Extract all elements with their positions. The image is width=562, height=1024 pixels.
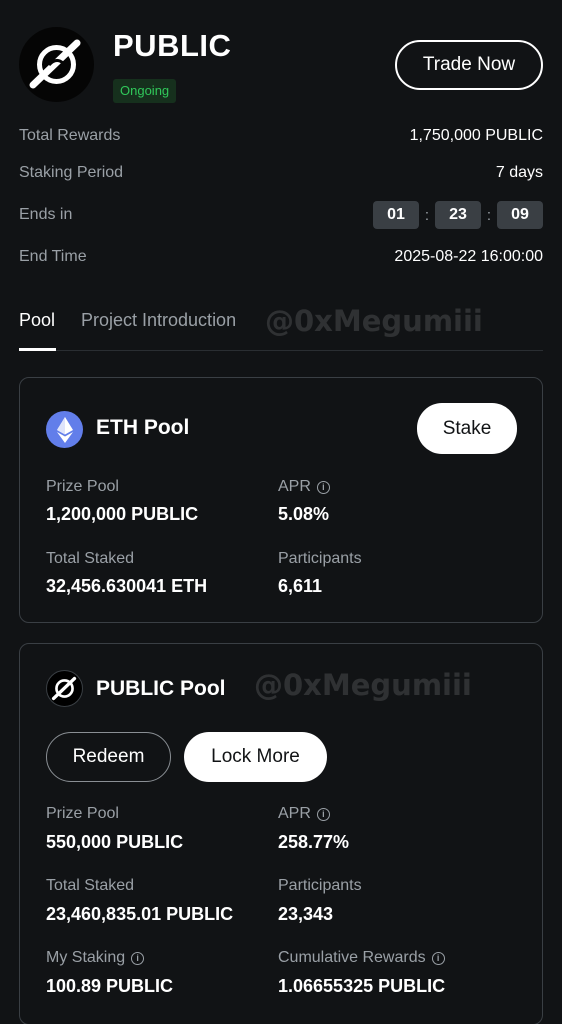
- countdown-timer: 01 : 23 : 09: [373, 201, 543, 229]
- staking-period-value: 7 days: [495, 164, 543, 181]
- end-time-row: End Time 2025-08-22 16:00:00: [19, 242, 543, 272]
- timer-seconds: 09: [497, 201, 543, 229]
- info-icon[interactable]: i: [316, 480, 330, 494]
- eth-total-staked-value: 32,456.630041 ETH: [46, 576, 208, 596]
- total-rewards-row: Total Rewards 1,750,000 PUBLIC: [19, 121, 543, 151]
- public-apr-label: APR i: [278, 805, 330, 823]
- tab-project-introduction[interactable]: Project Introduction: [81, 310, 236, 331]
- public-pool-card: PUBLIC Pool @0xMegumiii Redeem Lock More…: [19, 643, 543, 1024]
- eth-total-staked-label: Total Staked: [46, 550, 135, 567]
- lock-more-button[interactable]: Lock More: [184, 732, 327, 782]
- stake-button[interactable]: Stake: [417, 403, 517, 454]
- eth-participants-value: 6,611: [278, 576, 323, 596]
- eth-icon: [46, 411, 83, 448]
- end-time-label: End Time: [19, 248, 87, 265]
- cumulative-rewards-label: Cumulative Rewards i: [278, 949, 445, 967]
- timer-hours: 01: [373, 201, 419, 229]
- public-total-staked-label: Total Staked: [46, 877, 135, 894]
- public-prize-pool-label: Prize Pool: [46, 805, 119, 822]
- public-token-icon: [46, 670, 83, 707]
- timer-minutes: 23: [435, 201, 481, 229]
- info-icon[interactable]: i: [431, 951, 445, 965]
- total-rewards-value: 1,750,000 PUBLIC: [409, 127, 543, 144]
- public-logo-icon: [29, 39, 81, 89]
- public-prize-pool-value: 550,000 PUBLIC: [46, 832, 184, 852]
- staking-period-row: Staking Period 7 days: [19, 158, 543, 188]
- cumulative-rewards-value: 1.06655325 PUBLIC: [278, 976, 446, 996]
- total-rewards-label: Total Rewards: [19, 127, 121, 144]
- eth-pool-card: ETH Pool Stake Prize Pool 1,200,000 PUBL…: [19, 377, 543, 623]
- eth-prize-pool-label: Prize Pool: [46, 478, 119, 495]
- public-participants-label: Participants: [278, 877, 362, 894]
- info-icon[interactable]: i: [131, 951, 145, 965]
- page-title: PUBLIC: [113, 28, 232, 63]
- public-pool-name: PUBLIC Pool: [96, 677, 226, 700]
- public-total-staked-value: 23,460,835.01 PUBLIC: [46, 904, 234, 924]
- my-staking-label: My Staking i: [46, 949, 145, 967]
- tab-divider: [19, 350, 543, 351]
- watermark: @0xMegumiii: [265, 304, 483, 338]
- public-participants-value: 23,343: [278, 904, 334, 924]
- eth-pool-name: ETH Pool: [96, 416, 190, 439]
- end-time-value: 2025-08-22 16:00:00: [394, 248, 543, 265]
- eth-apr-value: 5.08%: [278, 504, 330, 524]
- ends-in-label: Ends in: [19, 206, 73, 223]
- tab-pool[interactable]: Pool: [19, 310, 55, 331]
- staking-period-label: Staking Period: [19, 164, 124, 181]
- public-token-logo: [19, 27, 94, 102]
- my-staking-value: 100.89 PUBLIC: [46, 976, 174, 996]
- info-icon[interactable]: i: [316, 807, 330, 821]
- timer-separator: :: [486, 206, 492, 224]
- ends-in-row: Ends in 01 : 23 : 09: [19, 200, 543, 230]
- eth-prize-pool-value: 1,200,000 PUBLIC: [46, 504, 199, 524]
- public-apr-value: 258.77%: [278, 832, 350, 852]
- eth-apr-label: APR i: [278, 478, 330, 496]
- timer-separator: :: [424, 206, 430, 224]
- trade-now-button[interactable]: Trade Now: [395, 40, 543, 90]
- tab-active-underline: [19, 348, 56, 351]
- watermark: @0xMegumiii: [254, 668, 472, 702]
- status-badge: Ongoing: [113, 79, 177, 103]
- eth-participants-label: Participants: [278, 550, 362, 567]
- redeem-button[interactable]: Redeem: [46, 732, 171, 782]
